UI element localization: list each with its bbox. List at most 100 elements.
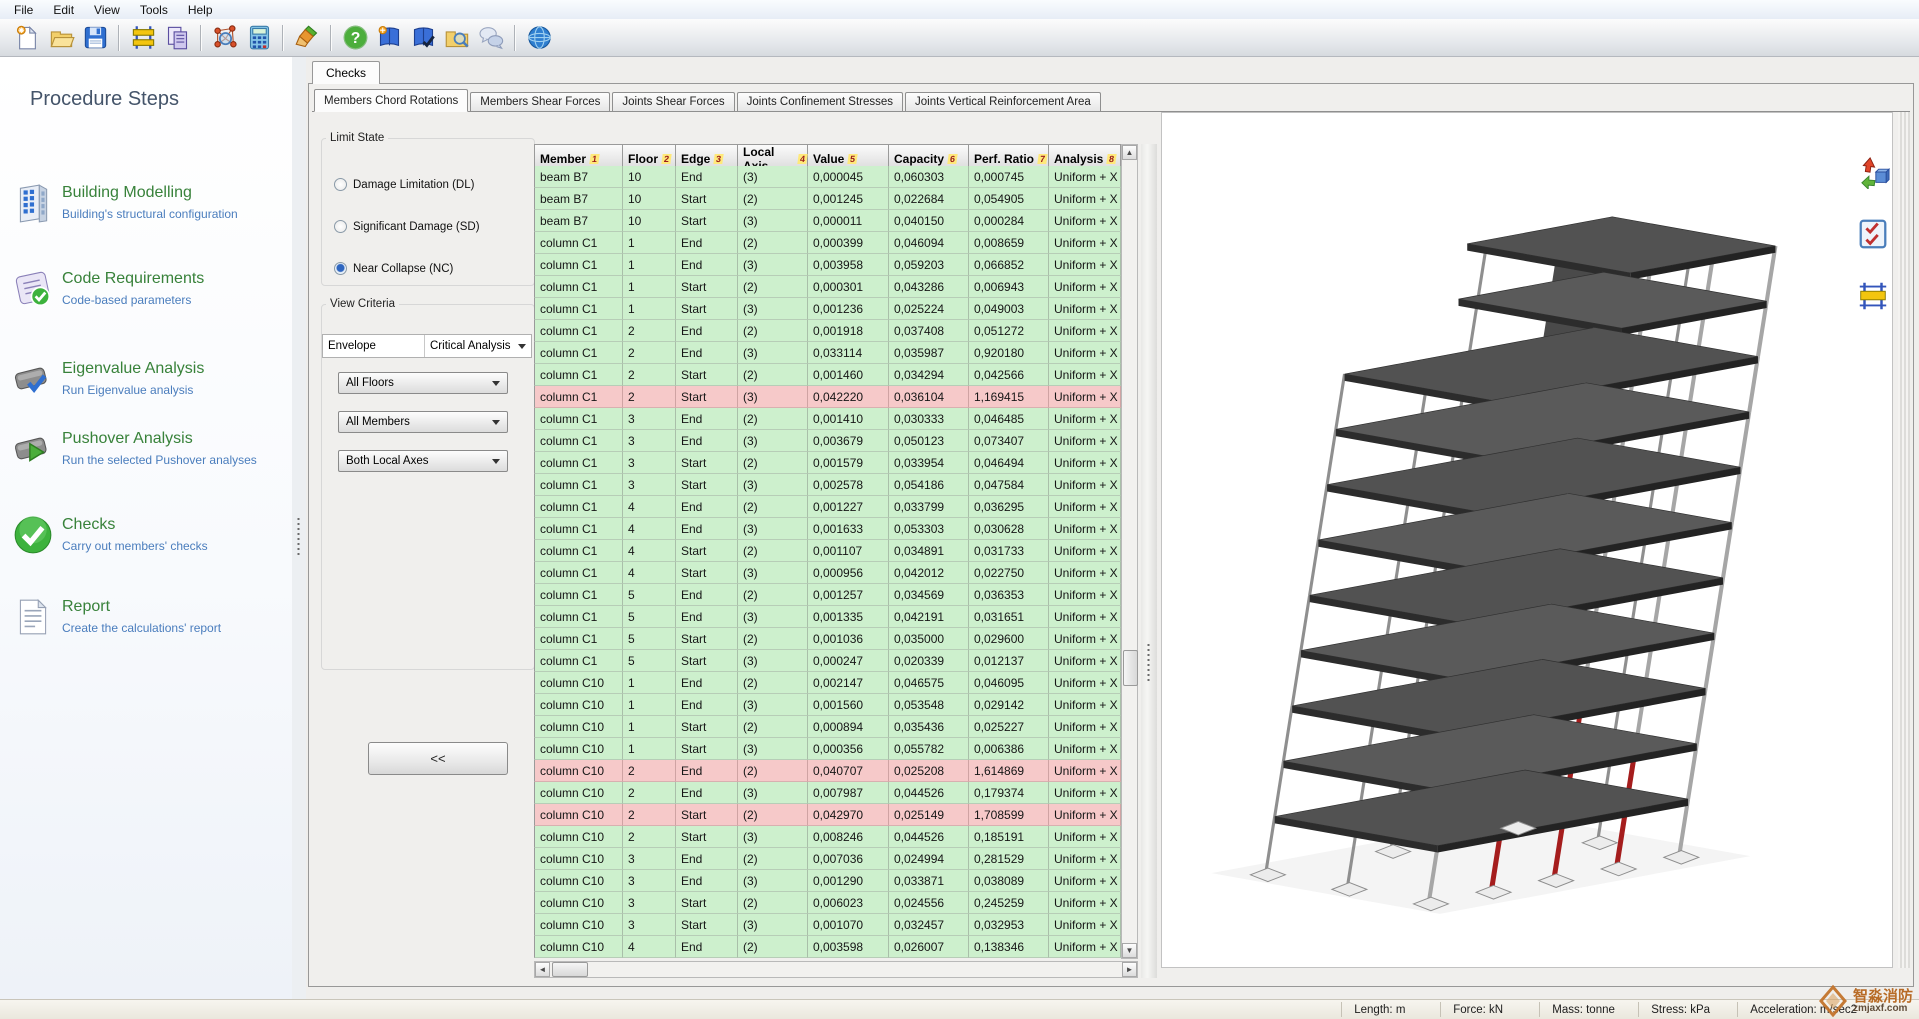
subtab-members-shear-forces[interactable]: Members Shear Forces xyxy=(470,92,611,111)
table-row[interactable]: column C10 4 End (2) 0,003598 0,026007 0,13834… xyxy=(534,936,1121,958)
table-row[interactable]: column C1 3 Start (2) 0,001579 0,033954 0,0464… xyxy=(534,452,1121,474)
table-cell: 5 xyxy=(623,650,676,672)
table-row[interactable]: column C10 1 End (3) 0,001560 0,053548 0,02914… xyxy=(534,694,1121,716)
table-horizontal-scrollbar[interactable]: ◄ ► xyxy=(534,961,1138,978)
subtab-joints-confinement-stresses[interactable]: Joints Confinement Stresses xyxy=(736,92,904,111)
subtab-joints-vertical-reinforcement-area[interactable]: Joints Vertical Reinforcement Area xyxy=(905,92,1101,111)
vertical-scroll-thumb[interactable] xyxy=(1123,650,1138,686)
table-row[interactable]: column C10 3 End (3) 0,001290 0,033871 0,03808… xyxy=(534,870,1121,892)
table-row[interactable]: column C10 1 Start (3) 0,000356 0,055782 0,006… xyxy=(534,738,1121,760)
critical-analysis-select[interactable]: Critical Analysis xyxy=(425,335,531,357)
step-code-requirements[interactable]: Code Requirements Code-based parameters xyxy=(12,268,280,310)
building-3d-view[interactable] xyxy=(1161,112,1893,968)
table-row[interactable]: column C1 5 End (2) 0,001257 0,034569 0,036353… xyxy=(534,584,1121,606)
radio-near-collapse-nc[interactable]: Near Collapse (NC) xyxy=(334,262,453,275)
radio-damage-limitation-dl[interactable]: Damage Limitation (DL) xyxy=(334,178,474,191)
examples-folder-icon[interactable] xyxy=(441,22,473,54)
table-row[interactable]: column C1 5 Start (3) 0,000247 0,020339 0,0121… xyxy=(534,650,1121,672)
menu-edit[interactable]: Edit xyxy=(43,1,84,19)
table-row[interactable]: column C10 3 Start (2) 0,006023 0,024556 0,245… xyxy=(534,892,1121,914)
table-cell: 2 xyxy=(623,320,676,342)
table-row[interactable]: column C1 4 Start (2) 0,001107 0,034891 0,0317… xyxy=(534,540,1121,562)
scroll-down-arrow[interactable]: ▼ xyxy=(1122,943,1137,958)
table-row[interactable]: column C10 2 End (3) 0,007987 0,044526 0,17937… xyxy=(534,782,1121,804)
table-row[interactable]: column C10 2 Start (3) 0,008246 0,044526 0,185… xyxy=(534,826,1121,848)
new-file-icon[interactable] xyxy=(11,22,43,54)
menu-tools[interactable]: Tools xyxy=(130,1,178,19)
step-building-modelling[interactable]: Building Modelling Building's structural … xyxy=(12,182,280,224)
table-cell: Uniform + X xyxy=(1049,936,1121,958)
step-eigenvalue-analysis[interactable]: Eigenvalue Analysis Run Eigenvalue analys… xyxy=(12,358,280,400)
table-row[interactable]: column C10 2 End (2) 0,040707 0,025208 1,61486… xyxy=(534,760,1121,782)
table-view-splitter[interactable] xyxy=(1141,144,1157,978)
manual-book-icon[interactable] xyxy=(373,22,405,54)
table-row[interactable]: column C10 3 Start (3) 0,001070 0,032457 0,032… xyxy=(534,914,1121,936)
paintbrush-icon[interactable] xyxy=(291,22,323,54)
watermark-cn-text: 智淼消防 xyxy=(1852,987,1913,1005)
report-pages-icon[interactable] xyxy=(161,22,193,54)
step-pushover-analysis[interactable]: Pushover Analysis Run the selected Pushov… xyxy=(12,428,280,470)
deformed-shape-icon[interactable] xyxy=(1855,154,1891,190)
subtab-members-chord-rotations[interactable]: Members Chord Rotations xyxy=(314,89,469,112)
step-report[interactable]: Report Create the calculations' report xyxy=(12,596,280,638)
horizontal-scroll-thumb[interactable] xyxy=(552,962,588,977)
axes-select[interactable]: Both Local Axes xyxy=(338,450,508,472)
model-3d-view-icon[interactable] xyxy=(209,22,241,54)
table-row[interactable]: column C1 1 Start (3) 0,001236 0,025224 0,0490… xyxy=(534,298,1121,320)
collapse-panel-button[interactable]: << xyxy=(368,742,508,775)
table-row[interactable]: column C1 3 End (2) 0,001410 0,030333 0,046485… xyxy=(534,408,1121,430)
step-checks[interactable]: Checks Carry out members' checks xyxy=(12,514,280,556)
save-icon[interactable] xyxy=(79,22,111,54)
table-cell: Uniform + X xyxy=(1049,804,1121,826)
sort-order-badge: 1 xyxy=(589,154,600,164)
table-cell: End xyxy=(676,672,738,694)
subtab-joints-shear-forces[interactable]: Joints Shear Forces xyxy=(612,92,735,111)
tutorial-book-icon[interactable] xyxy=(407,22,439,54)
table-cell: (2) xyxy=(738,936,808,958)
table-row[interactable]: beam B7 10 End (3) 0,000045 0,060303 0,000745 U… xyxy=(534,166,1121,188)
calculator-icon[interactable] xyxy=(243,22,275,54)
table-row[interactable]: column C1 4 End (2) 0,001227 0,033799 0,036295… xyxy=(534,496,1121,518)
table-row[interactable]: column C10 1 Start (2) 0,000894 0,035436 0,025… xyxy=(534,716,1121,738)
table-row[interactable]: column C1 1 End (2) 0,000399 0,046094 0,008659… xyxy=(534,232,1121,254)
table-row[interactable]: column C1 3 Start (3) 0,002578 0,054186 0,0475… xyxy=(534,474,1121,496)
tab-checks[interactable]: Checks xyxy=(312,61,381,84)
table-row[interactable]: beam B7 10 Start (3) 0,000011 0,040150 0,00028… xyxy=(534,210,1121,232)
help-icon[interactable] xyxy=(339,22,371,54)
table-row[interactable]: beam B7 10 Start (2) 0,001245 0,022684 0,05490… xyxy=(534,188,1121,210)
table-row[interactable]: column C10 1 End (2) 0,002147 0,046575 0,04609… xyxy=(534,672,1121,694)
table-row[interactable]: column C1 5 Start (2) 0,001036 0,035000 0,0296… xyxy=(534,628,1121,650)
members-select[interactable]: All Members xyxy=(338,411,508,433)
scroll-up-arrow[interactable]: ▲ xyxy=(1122,145,1137,160)
table-row[interactable]: column C1 2 End (2) 0,001918 0,037408 0,051272… xyxy=(534,320,1121,342)
sidebar-splitter[interactable] xyxy=(292,56,306,1000)
frame-element-icon[interactable] xyxy=(1855,278,1891,314)
table-row[interactable]: column C10 2 Start (2) 0,042970 0,025149 1,708… xyxy=(534,804,1121,826)
table-row[interactable]: column C1 2 End (3) 0,033114 0,035987 0,920180… xyxy=(534,342,1121,364)
radio-significant-damage-sd[interactable]: Significant Damage (SD) xyxy=(334,220,480,233)
menu-help[interactable]: Help xyxy=(178,1,223,19)
procedure-steps-title: Procedure Steps xyxy=(30,88,179,110)
table-cell: End xyxy=(676,430,738,452)
scroll-left-arrow[interactable]: ◄ xyxy=(535,962,550,977)
member-checks-icon[interactable] xyxy=(1855,216,1891,252)
menu-file[interactable]: File xyxy=(4,1,43,19)
column-label: Member xyxy=(540,152,587,166)
open-project-icon[interactable] xyxy=(45,22,77,54)
table-row[interactable]: column C10 3 End (2) 0,007036 0,024994 0,28152… xyxy=(534,848,1121,870)
table-row[interactable]: column C1 5 End (3) 0,001335 0,042191 0,031651… xyxy=(534,606,1121,628)
table-row[interactable]: column C1 1 Start (2) 0,000301 0,043286 0,0069… xyxy=(534,276,1121,298)
table-row[interactable]: column C1 2 Start (2) 0,001460 0,034294 0,0425… xyxy=(534,364,1121,386)
forum-chat-icon[interactable] xyxy=(475,22,507,54)
building-frame-icon[interactable] xyxy=(127,22,159,54)
floors-select[interactable]: All Floors xyxy=(338,372,508,394)
menu-view[interactable]: View xyxy=(84,1,130,19)
table-row[interactable]: column C1 3 End (3) 0,003679 0,050123 0,073407… xyxy=(534,430,1121,452)
scroll-right-arrow[interactable]: ► xyxy=(1122,962,1137,977)
table-row[interactable]: column C1 1 End (3) 0,003958 0,059203 0,066852… xyxy=(534,254,1121,276)
table-vertical-scrollbar[interactable]: ▲ ▼ xyxy=(1121,144,1138,959)
table-row[interactable]: column C1 4 Start (3) 0,000956 0,042012 0,0227… xyxy=(534,562,1121,584)
table-row[interactable]: column C1 4 End (3) 0,001633 0,053303 0,030628… xyxy=(534,518,1121,540)
table-row[interactable]: column C1 2 Start (3) 0,042220 0,036104 1,1694… xyxy=(534,386,1121,408)
website-globe-icon[interactable] xyxy=(523,22,555,54)
